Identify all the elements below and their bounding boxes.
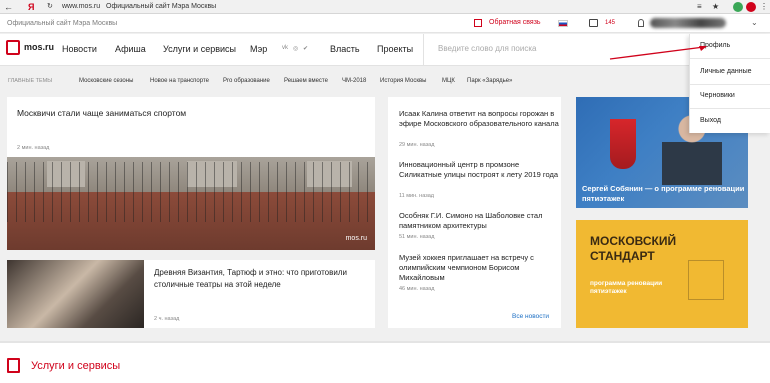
- nav-services[interactable]: Услуги и сервисы: [163, 44, 236, 54]
- main-themes-bar: ГЛАВНЫЕ ТЕМЫ Московские сезоны Новое на …: [0, 67, 690, 94]
- sport-photo[interactable]: mos.ru: [7, 157, 375, 250]
- theme-link[interactable]: Новое на транспорте: [150, 78, 209, 84]
- news-item-time: 11 мин. назад: [399, 193, 435, 199]
- promo-text[interactable]: Сергей Собянин — о программе реновации п…: [582, 184, 747, 204]
- menu-item-drafts[interactable]: Черновики: [700, 92, 735, 99]
- chevron-down-icon[interactable]: ⌄: [751, 18, 758, 27]
- menu-item-logout[interactable]: Выход: [700, 117, 721, 124]
- theme-link[interactable]: ЧМ-2018: [342, 78, 366, 84]
- photo-watermark: mos.ru: [345, 235, 367, 242]
- messages-icon[interactable]: [589, 19, 598, 27]
- news-item-time: 29 мин. назад: [399, 142, 435, 148]
- theatre-card[interactable]: Древняя Византия, Тартюф и этно: что при…: [7, 260, 375, 328]
- feedback-link[interactable]: Обратная связь: [489, 19, 541, 26]
- yandex-icon[interactable]: Я: [28, 2, 34, 12]
- all-news-link[interactable]: Все новости: [512, 313, 549, 320]
- news-item-title[interactable]: Музей хоккея приглашает на встречу с оли…: [399, 253, 559, 283]
- theme-link[interactable]: МЦК: [442, 78, 455, 84]
- services-icon: [7, 358, 20, 373]
- news-item-time: 51 мин. назад: [399, 234, 435, 240]
- mos-logo-icon[interactable]: [6, 40, 20, 55]
- twitter-icon[interactable]: ✔: [303, 45, 308, 52]
- services-section: Услуги и сервисы: [0, 341, 770, 383]
- theatre-photo[interactable]: [7, 260, 144, 328]
- nav-mayor[interactable]: Мэр: [250, 44, 267, 54]
- news-item-title[interactable]: Особняк Г.И. Симоно на Шаболовке стал па…: [399, 211, 559, 231]
- headline-time: 2 мин. назад: [17, 145, 50, 151]
- star-icon[interactable]: ★: [712, 2, 719, 12]
- news-list: Исаак Калина ответит на вопросы горожан …: [388, 97, 561, 328]
- nav-projects[interactable]: Проекты: [377, 44, 413, 54]
- moscow-standard-promo[interactable]: МОСКОВСКИЙ СТАНДАРТ программа реновации …: [576, 220, 748, 328]
- search-placeholder: Введите слово для поиска: [438, 44, 537, 53]
- theatre-time: 2 ч. назад: [154, 316, 180, 322]
- theatre-title[interactable]: Древняя Византия, Тартюф и этно: что при…: [154, 267, 369, 291]
- refresh-icon[interactable]: ↻: [47, 2, 53, 12]
- adblock-extension-icon[interactable]: [746, 2, 756, 12]
- page-tab-title: Официальный сайт Мэра Москвы: [106, 3, 217, 10]
- theme-link[interactable]: Парк «Зарядье»: [467, 78, 512, 84]
- back-icon[interactable]: ←: [4, 2, 13, 12]
- top-line: Официальный сайт Мэра Москвы Обратная св…: [0, 14, 770, 33]
- shield-extension-icon[interactable]: [733, 2, 743, 12]
- theme-link[interactable]: История Москвы: [380, 78, 426, 84]
- messages-count[interactable]: 145: [605, 20, 615, 26]
- user-name-blurred[interactable]: [650, 18, 726, 28]
- menu-icon[interactable]: ≡: [697, 2, 702, 12]
- russia-flag-icon[interactable]: [558, 20, 568, 27]
- browser-bar: ← Я ↻ www.mos.ru Официальный сайт Мэра М…: [0, 0, 770, 14]
- logo-text[interactable]: mos.ru: [24, 42, 54, 52]
- annotation-arrow: [609, 46, 707, 60]
- menu-item-personal-data[interactable]: Личные данные: [700, 68, 752, 75]
- themes-label: ГЛАВНЫЕ ТЕМЫ: [8, 78, 53, 84]
- news-item-title[interactable]: Инновационный центр в промзоне Силикатны…: [399, 160, 559, 180]
- nav-government[interactable]: Власть: [330, 44, 360, 54]
- news-item-title[interactable]: Исаак Калина ответит на вопросы горожан …: [399, 109, 559, 129]
- moscow-emblem-icon: [610, 119, 636, 169]
- address-bar[interactable]: www.mos.ru: [62, 3, 100, 10]
- instagram-icon[interactable]: ◎: [293, 45, 298, 52]
- feedback-icon[interactable]: [474, 19, 482, 27]
- user-icon[interactable]: [638, 19, 644, 27]
- news-item-time: 46 мин. назад: [399, 286, 435, 292]
- theme-link[interactable]: Pro образование: [223, 78, 270, 84]
- services-title[interactable]: Услуги и сервисы: [31, 360, 120, 372]
- official-site-label: Официальный сайт Мэра Москвы: [7, 20, 118, 27]
- theme-link[interactable]: Московские сезоны: [79, 78, 133, 84]
- promo-subtitle[interactable]: программа реновации пятиэтажек: [590, 280, 700, 296]
- headline-title[interactable]: Москвичи стали чаще заниматься спортом: [17, 108, 186, 118]
- nav-afisha[interactable]: Афиша: [115, 44, 146, 54]
- vk-icon[interactable]: vk: [282, 45, 288, 51]
- overflow-icon[interactable]: ⋮: [760, 2, 768, 12]
- nav-news[interactable]: Новости: [62, 44, 97, 54]
- headline-card[interactable]: Москвичи стали чаще заниматься спортом 2…: [7, 97, 375, 158]
- theme-link[interactable]: Решаем вместе: [284, 78, 328, 84]
